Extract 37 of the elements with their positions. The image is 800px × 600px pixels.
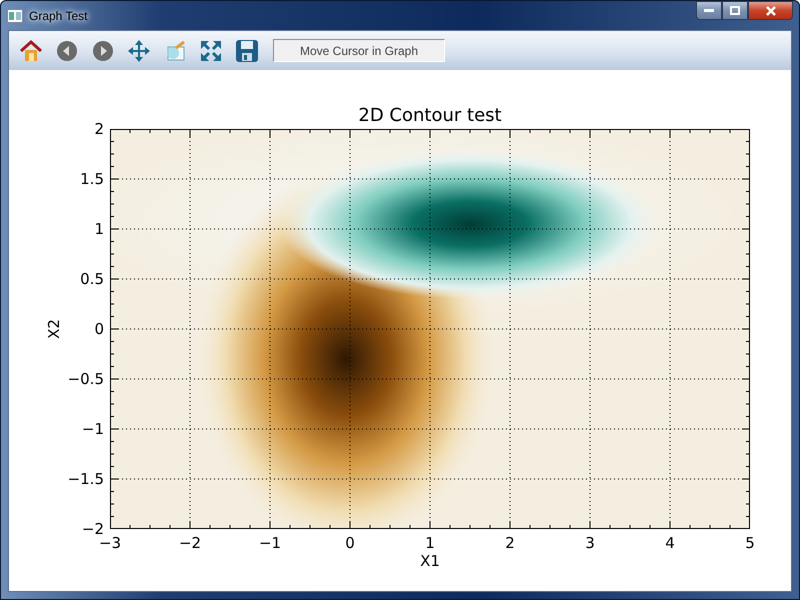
minimize-button[interactable] — [696, 1, 722, 20]
tick-label: −0.5 — [68, 370, 104, 388]
tick-label: −2 — [178, 534, 202, 552]
plot-title: 2D Contour test — [358, 105, 502, 126]
tick-label: −1 — [258, 534, 282, 552]
tick-label: −1.5 — [68, 470, 104, 488]
move-arrows-button[interactable] — [127, 38, 151, 62]
tick-label: 3 — [585, 534, 595, 552]
home-icon — [19, 38, 43, 62]
forward-arrow-button[interactable] — [91, 38, 115, 62]
maximize-button[interactable] — [722, 1, 748, 20]
tick-label: −1 — [82, 420, 104, 438]
tick-label: 2 — [505, 534, 515, 552]
app-icon — [7, 8, 23, 22]
tick-label: 0.5 — [80, 270, 104, 288]
expand-arrows-button[interactable] — [199, 38, 223, 62]
expand-arrows-icon — [199, 38, 223, 62]
tick-label: 2 — [94, 120, 104, 138]
move-arrows-icon — [127, 38, 151, 62]
axis-label: X1 — [420, 552, 440, 570]
maximize-icon — [730, 6, 740, 15]
save-disk-button[interactable] — [235, 38, 259, 62]
tick-label: 1 — [94, 220, 104, 238]
tick-label: 1 — [425, 534, 435, 552]
tick-label: 4 — [665, 534, 675, 552]
tick-label: 1.5 — [80, 170, 104, 188]
window-title: Graph Test — [29, 8, 88, 22]
axis-label: X2 — [45, 319, 63, 339]
close-button[interactable] — [748, 1, 793, 20]
tick-label: 0 — [94, 320, 104, 338]
tick-label: 5 — [745, 534, 755, 552]
minimize-icon — [704, 8, 714, 12]
status-field[interactable]: Move Cursor in Graph — [273, 39, 445, 62]
tick-label: 0 — [345, 534, 355, 552]
home-button[interactable] — [19, 38, 43, 62]
close-icon — [764, 6, 776, 16]
back-arrow-button[interactable] — [55, 38, 79, 62]
